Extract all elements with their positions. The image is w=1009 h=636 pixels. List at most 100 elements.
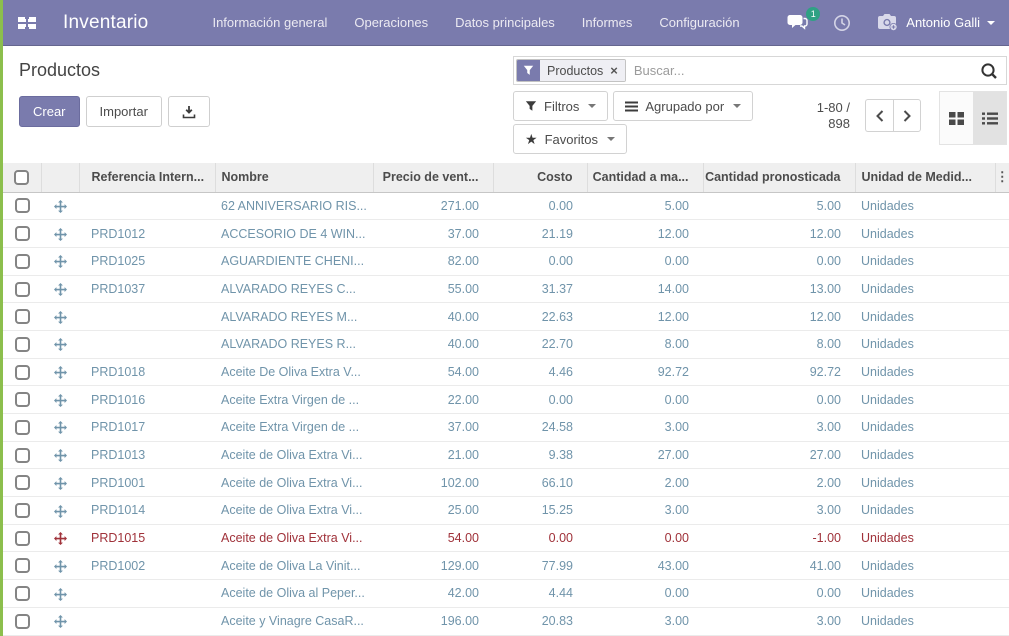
row-select-cell <box>3 247 41 275</box>
drag-handle-icon[interactable] <box>54 503 67 517</box>
cell-name: Aceite Extra Virgen de ... <box>215 386 373 414</box>
table-row[interactable]: ALVARADO REYES R...40.0022.708.008.00Uni… <box>3 330 1009 358</box>
messages-icon[interactable]: 1 <box>787 14 809 31</box>
cell-price: 37.00 <box>373 220 493 248</box>
menu-informes[interactable]: Informes <box>582 15 633 30</box>
column-header-qty[interactable]: Cantidad a ma... <box>587 163 703 192</box>
row-checkbox[interactable] <box>15 558 30 573</box>
row-checkbox[interactable] <box>15 531 30 546</box>
select-all-checkbox[interactable] <box>14 170 29 185</box>
row-checkbox[interactable] <box>15 254 30 269</box>
facet-remove-icon[interactable]: × <box>610 63 618 78</box>
column-header-reference[interactable]: Referencia Intern... <box>79 163 215 192</box>
table-row[interactable]: PRD1014Aceite de Oliva Extra Vi...25.001… <box>3 497 1009 525</box>
table-row[interactable]: PRD1016Aceite Extra Virgen de ...22.000.… <box>3 386 1009 414</box>
apps-menu-icon[interactable] <box>17 13 43 33</box>
table-row[interactable]: ALVARADO REYES M...40.0022.6312.0012.00U… <box>3 303 1009 331</box>
row-select-cell <box>3 330 41 358</box>
row-checkbox[interactable] <box>15 448 30 463</box>
drag-handle-icon[interactable] <box>54 559 67 573</box>
column-header-name[interactable]: Nombre <box>215 163 373 192</box>
row-handle-cell <box>41 330 79 358</box>
app-title[interactable]: Inventario <box>63 12 148 34</box>
table-row[interactable]: PRD1037ALVARADO REYES C...55.0031.3714.0… <box>3 275 1009 303</box>
table-row[interactable]: PRD1017Aceite Extra Virgen de ...37.0024… <box>3 414 1009 442</box>
optional-columns-icon[interactable]: ⋮ <box>995 163 1009 192</box>
drag-handle-icon[interactable] <box>54 586 67 600</box>
drag-handle-icon[interactable] <box>54 420 67 434</box>
search-facet[interactable]: Productos × <box>516 59 626 82</box>
create-button[interactable]: Crear <box>19 96 80 127</box>
row-checkbox[interactable] <box>15 420 30 435</box>
cell-optional <box>995 358 1009 386</box>
search-icon[interactable] <box>980 62 998 80</box>
row-checkbox[interactable] <box>15 282 30 297</box>
drag-handle-icon[interactable] <box>54 448 67 462</box>
row-checkbox[interactable] <box>15 475 30 490</box>
pager-previous-button[interactable] <box>865 99 893 132</box>
drag-handle-icon[interactable] <box>54 199 67 213</box>
table-row[interactable]: PRD1002Aceite de Oliva La Vinit...129.00… <box>3 552 1009 580</box>
row-checkbox[interactable] <box>15 309 30 324</box>
column-header-forecast[interactable]: Cantidad pronosticada <box>703 163 855 192</box>
table-row[interactable]: PRD1013Aceite de Oliva Extra Vi...21.009… <box>3 441 1009 469</box>
search-input[interactable] <box>626 63 980 78</box>
table-row[interactable]: 62 ANNIVERSARIO RIS...271.000.005.005.00… <box>3 192 1009 220</box>
search-bar[interactable]: Productos × <box>513 56 1007 85</box>
drag-handle-icon[interactable] <box>54 393 67 407</box>
row-checkbox[interactable] <box>15 226 30 241</box>
row-checkbox[interactable] <box>15 586 30 601</box>
drag-handle-icon[interactable] <box>54 614 67 628</box>
row-checkbox[interactable] <box>15 503 30 518</box>
table-row[interactable]: PRD1015Aceite de Oliva Extra Vi...54.000… <box>3 524 1009 552</box>
drag-handle-icon[interactable] <box>54 365 67 379</box>
drag-handle-icon[interactable] <box>54 282 67 296</box>
cell-uom: Unidades <box>855 247 995 275</box>
kanban-view-button[interactable] <box>940 92 973 144</box>
column-header-cost[interactable]: Costo <box>493 163 587 192</box>
cell-reference: PRD1037 <box>79 275 215 303</box>
drag-handle-icon[interactable] <box>54 337 67 351</box>
column-header-uom[interactable]: Unidad de Medid... <box>855 163 995 192</box>
row-checkbox[interactable] <box>15 365 30 380</box>
row-handle-cell <box>41 524 79 552</box>
row-handle-cell <box>41 441 79 469</box>
menu-datos-principales[interactable]: Datos principales <box>455 15 555 30</box>
import-button[interactable]: Importar <box>86 96 162 127</box>
table-row[interactable]: Aceite de Oliva al Peper...42.004.440.00… <box>3 580 1009 608</box>
drag-handle-icon[interactable] <box>54 309 67 323</box>
groupby-dropdown[interactable]: Agrupado por <box>613 91 753 121</box>
row-handle-cell <box>41 552 79 580</box>
row-checkbox[interactable] <box>15 392 30 407</box>
filters-dropdown[interactable]: Filtros <box>513 91 608 121</box>
menu-configuracion[interactable]: Configuración <box>659 15 739 30</box>
column-header-price[interactable]: Precio de vent... <box>373 163 493 192</box>
table-row[interactable]: Aceite y Vinagre CasaR...196.0020.833.00… <box>3 607 1009 635</box>
drag-handle-icon[interactable] <box>54 531 67 545</box>
menu-operaciones[interactable]: Operaciones <box>354 15 428 30</box>
row-checkbox[interactable] <box>15 614 30 629</box>
cell-uom: Unidades <box>855 414 995 442</box>
pager-next-button[interactable] <box>893 99 921 132</box>
table-row[interactable]: PRD1018Aceite De Oliva Extra V...54.004.… <box>3 358 1009 386</box>
cell-cost: 77.99 <box>493 552 587 580</box>
cell-forecast: 5.00 <box>703 192 855 220</box>
favorites-dropdown[interactable]: ★ Favoritos <box>513 124 627 154</box>
user-menu[interactable]: Antonio Galli <box>875 13 995 32</box>
table-row[interactable]: PRD1012ACCESORIO DE 4 WIN...37.0021.1912… <box>3 220 1009 248</box>
menu-informacion-general[interactable]: Información general <box>212 15 327 30</box>
list-view-button[interactable] <box>973 92 1006 144</box>
filters-caret-icon <box>588 104 596 108</box>
row-handle-cell <box>41 607 79 635</box>
export-button[interactable] <box>168 96 210 127</box>
row-checkbox[interactable] <box>15 198 30 213</box>
cell-forecast: 41.00 <box>703 552 855 580</box>
row-checkbox[interactable] <box>15 337 30 352</box>
drag-handle-icon[interactable] <box>54 226 67 240</box>
activities-clock-icon[interactable] <box>833 14 851 32</box>
drag-handle-icon[interactable] <box>54 254 67 268</box>
table-row[interactable]: PRD1025AGUARDIENTE CHENI...82.000.000.00… <box>3 247 1009 275</box>
cell-optional <box>995 607 1009 635</box>
drag-handle-icon[interactable] <box>54 476 67 490</box>
table-row[interactable]: PRD1001Aceite de Oliva Extra Vi...102.00… <box>3 469 1009 497</box>
